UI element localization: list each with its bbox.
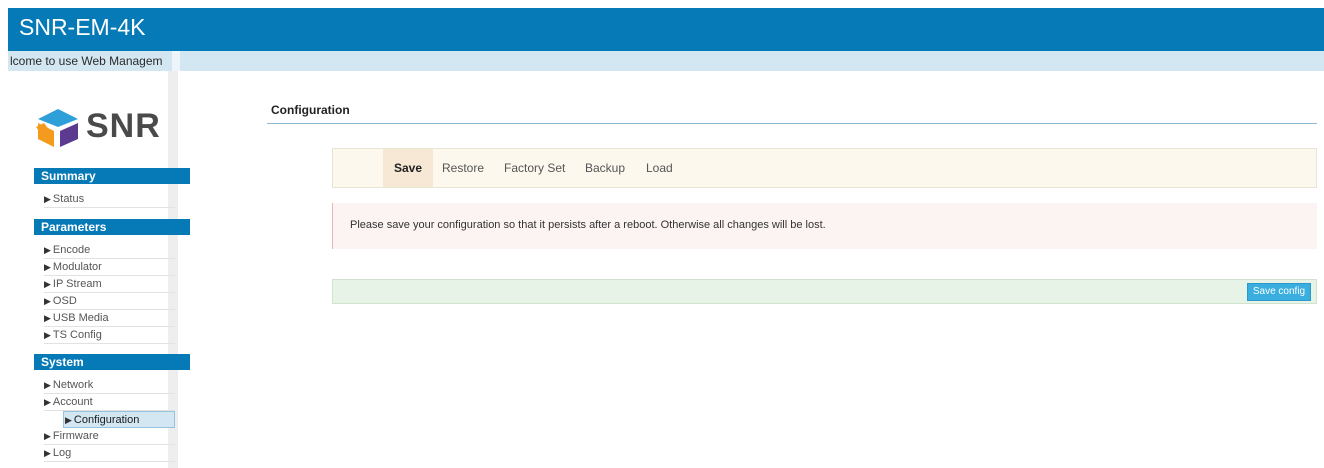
sidebar-item-modulator[interactable]: ▶ Modulator (44, 259, 175, 276)
save-config-button[interactable]: Save config (1247, 283, 1311, 301)
sidebar-item-firmware[interactable]: ▶ Firmware (44, 428, 175, 445)
sidebar-item-label: USB Media (52, 312, 109, 324)
sidebar-item-status[interactable]: ▶ Status (44, 191, 175, 208)
snr-cube-logo-icon (36, 109, 78, 147)
action-bar: Save config (332, 279, 1317, 304)
sidebar-item-label: Network (52, 379, 94, 391)
snr-logo: SNR (36, 107, 166, 153)
alert-message: Please save your configuration so that i… (350, 219, 826, 231)
triangle-right-icon: ▶ (44, 380, 51, 390)
tab-load[interactable]: Load (635, 149, 684, 187)
save-warning-alert: Please save your configuration so that i… (332, 203, 1317, 249)
title-divider (267, 123, 1317, 124)
triangle-right-icon: ▶ (44, 279, 51, 289)
section-parameters: Parameters (34, 219, 190, 235)
triangle-right-icon: ▶ (44, 245, 51, 255)
sidebar-item-label: Log (52, 447, 72, 459)
sidebar-item-ts-config[interactable]: ▶ TS Config (44, 327, 175, 344)
welcome-divider (172, 51, 180, 71)
sidebar-item-label: Configuration (73, 414, 140, 426)
section-summary: Summary (34, 168, 190, 184)
welcome-marquee-bar: lcome to use Web Managem (8, 51, 1324, 71)
tab-factory-set[interactable]: Factory Set (493, 149, 576, 187)
sidebar-item-label: Account (52, 396, 93, 408)
sidebar-item-label: Encode (52, 244, 91, 256)
triangle-right-icon: ▶ (44, 431, 51, 441)
sidebar-item-account[interactable]: ▶ Account (44, 394, 175, 411)
page-title: Configuration (271, 103, 350, 117)
config-tab-bar: Save Restore Factory Set Backup Load (332, 148, 1317, 188)
tab-restore[interactable]: Restore (431, 149, 495, 187)
triangle-right-icon: ▶ (44, 296, 51, 306)
sidebar-item-encode[interactable]: ▶ Encode (44, 242, 175, 259)
sidebar-item-label: Status (52, 193, 85, 205)
welcome-text: lcome to use Web Managem (10, 54, 163, 68)
tab-save[interactable]: Save (383, 149, 434, 187)
logo-wordmark: SNR (86, 107, 161, 145)
sidebar: SNR Summary ▶ Status Parameters ▶ Encode ▶… (22, 71, 190, 468)
sidebar-item-label: Modulator (52, 261, 102, 273)
triangle-right-icon: ▶ (44, 262, 51, 272)
top-header-bar: SNR-EM-4K (8, 8, 1324, 51)
sidebar-item-label: OSD (52, 295, 77, 307)
sidebar-item-label: IP Stream (52, 278, 102, 290)
sidebar-item-network[interactable]: ▶ Network (44, 377, 175, 394)
sidebar-item-log[interactable]: ▶ Log (44, 445, 175, 462)
tab-backup[interactable]: Backup (574, 149, 636, 187)
triangle-right-icon: ▶ (44, 448, 51, 458)
sidebar-item-ip-stream[interactable]: ▶ IP Stream (44, 276, 175, 293)
sidebar-item-configuration[interactable]: ▶ Configuration (63, 411, 175, 428)
triangle-right-icon: ▶ (44, 313, 51, 323)
sidebar-item-label: Firmware (52, 430, 99, 442)
sidebar-item-usb-media[interactable]: ▶ USB Media (44, 310, 175, 327)
triangle-right-icon: ▶ (44, 397, 51, 407)
triangle-right-icon: ▶ (65, 415, 72, 425)
triangle-right-icon: ▶ (44, 330, 51, 340)
sidebar-item-label: TS Config (52, 329, 102, 341)
app-title: SNR-EM-4K (19, 14, 146, 40)
section-system: System (34, 354, 190, 370)
triangle-right-icon: ▶ (44, 194, 51, 204)
sidebar-item-osd[interactable]: ▶ OSD (44, 293, 175, 310)
